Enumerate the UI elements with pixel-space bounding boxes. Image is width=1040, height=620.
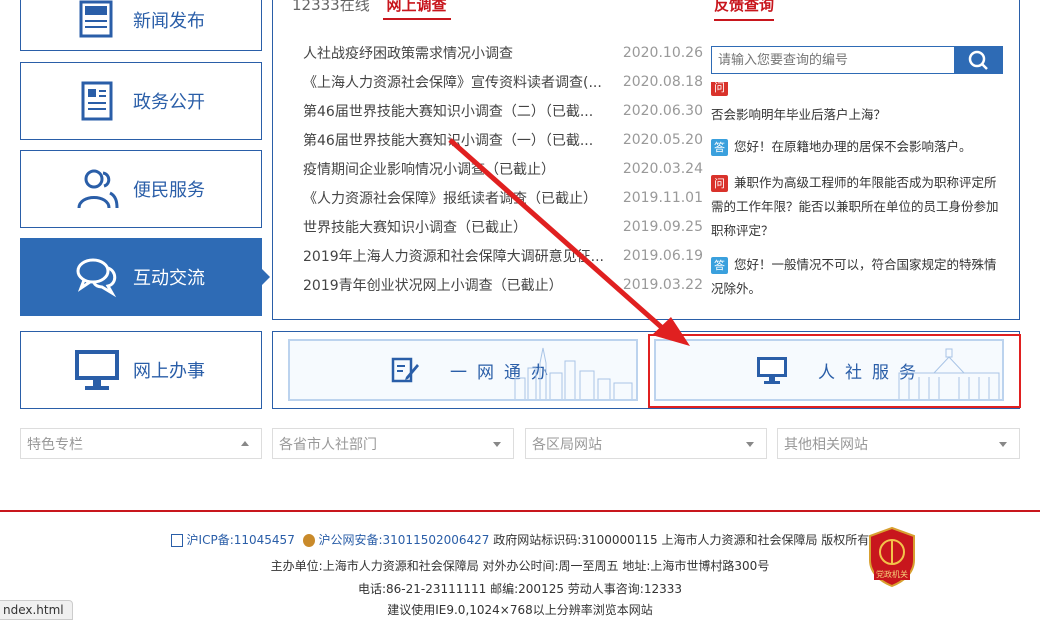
skyline-illustration [514,347,633,399]
survey-date: 2019.09.25 [622,218,703,235]
search-button[interactable] [954,47,1002,73]
survey-title[interactable]: 疫情期间企业影响情况小调查（已截止） [303,159,603,179]
highlight-box [648,334,1021,408]
survey-date: 2020.06.30 [622,102,703,119]
nav-label: 互动交流 [133,268,205,289]
answer-1: 答您好！在原籍地办理的居保不会影响落户。 [711,135,1003,159]
answer-badge: 答 [711,257,728,274]
emblem-label: 党政机关 [876,570,908,579]
document-icon [73,77,121,125]
survey-title[interactable]: 2019青年创业状况网上小调查（已截止） [303,275,603,295]
dropdown-label: 其他相关网站 [784,436,868,453]
question-1: 否会影响明年毕业后落户上海？ [711,103,1003,127]
survey-list: 人社战疫纾困政策需求情况小调查 2020.10.26 《上海人力资源社会保障》宣传… [303,38,703,299]
list-item[interactable]: 疫情期间企业影响情况小调查（已截止） 2020.03.24 [303,154,703,183]
question-badge: 问 [711,82,728,96]
answer-badge: 答 [711,139,728,156]
police-link[interactable]: 沪公网安备:31011502006427 [318,533,489,547]
browser-status-bar: ndex.html [0,600,73,620]
answer-text: 您好！一般情况不可以，符合国家规定的特殊情况除外。 [711,257,997,296]
feedback-search-input[interactable] [712,47,954,73]
caret-down-icon [746,442,754,447]
survey-date: 2019.06.19 [622,247,703,264]
question-text: 兼职作为高级工程师的年限能否成为职称评定所需的工作年限？能否以兼职所在单位的员工… [711,175,999,238]
list-item[interactable]: 《人力资源社会保障》报纸读者调查（已截止） 2019.11.01 [303,183,703,212]
search-icon [968,50,988,70]
survey-title[interactable]: 2019年上海人力资源和社会保障大调研意见征... [303,246,603,266]
newspaper-icon [73,0,121,44]
people-icon [73,165,121,213]
icp-icon [170,534,183,547]
dropdown-label: 特色专栏 [27,436,83,453]
caret-down-icon [999,442,1007,447]
footer-copyright: 政府网站标识码:3100000115 上海市人力资源和社会保障局 版权所有 [493,533,870,547]
banner-one-network[interactable]: 一网通办 [288,339,638,401]
nav-item-services[interactable]: 便民服务 [20,150,262,228]
list-item[interactable]: 人社战疫纾困政策需求情况小调查 2020.10.26 [303,38,703,67]
nav-label: 便民服务 [133,180,205,201]
survey-date: 2020.05.20 [622,131,703,148]
question-badge: 问 [711,175,728,192]
list-item[interactable]: 2019年上海人力资源和社会保障大调研意见征... 2019.06.19 [303,241,703,270]
list-item[interactable]: 第46届世界技能大赛知识小调查（二）（已截... 2020.06.30 [303,96,703,125]
edit-icon [391,357,419,383]
nav-label: 新闻发布 [133,10,205,32]
dropdown-other[interactable]: 其他相关网站 [777,428,1020,459]
question-text: 否会影响明年毕业后落户上海？ [711,107,887,122]
question-partial: 问 [711,82,1003,100]
survey-date: 2020.08.18 [622,73,703,90]
survey-title[interactable]: 世界技能大赛知识小调查（已截止） [303,217,603,237]
caret-up-icon [241,441,249,446]
answer-text: 您好！在原籍地办理的居保不会影响落户。 [734,139,972,154]
nav-label: 政务公开 [133,92,205,113]
survey-date: 2019.03.22 [622,276,703,293]
nav-item-gov-affairs[interactable]: 政务公开 [20,62,262,140]
caret-down-icon [493,442,501,447]
survey-date: 2019.11.01 [622,189,703,206]
tab-12333-online[interactable]: 12333在线 [292,0,370,14]
answer-2: 答您好！一般情况不可以，符合国家规定的特殊情况除外。 [711,253,1003,301]
survey-title[interactable]: 第46届世界技能大赛知识小调查（一）（已截... [303,130,603,150]
nav-item-online-affairs[interactable]: 网上办事 [20,331,262,409]
monitor-icon [73,346,121,394]
question-2: 问兼职作为高级工程师的年限能否成为职称评定所需的工作年限？能否以兼职所在单位的员… [711,171,1003,243]
party-government-emblem[interactable]: 党政机关 [866,526,918,588]
survey-tabs: 12333在线 网上调查 [292,0,451,20]
dropdown-label: 各省市人社部门 [279,436,377,453]
feedback-search [711,46,1003,74]
survey-date: 2020.03.24 [622,160,703,177]
nav-item-news[interactable]: 新闻发布 [20,0,262,51]
list-item[interactable]: 2019青年创业状况网上小调查（已截止） 2019.03.22 [303,270,703,299]
list-item[interactable]: 世界技能大赛知识小调查（已截止） 2019.09.25 [303,212,703,241]
feedback-title[interactable]: 反馈查询 [714,0,775,21]
list-item[interactable]: 第46届世界技能大赛知识小调查（一）（已截... 2020.05.20 [303,125,703,154]
dropdown-label: 各区局网站 [532,436,602,453]
footer-line-4: 建议使用IE9.0,1024×768以上分辨率浏览本网站 [387,603,653,617]
list-item[interactable]: 《上海人力资源社会保障》宣传资料读者调查(... 2020.08.18 [303,67,703,96]
nav-label: 网上办事 [133,361,205,382]
chat-icon [73,253,121,301]
tab-online-survey[interactable]: 网上调查 [382,0,451,20]
dropdown-provincial[interactable]: 各省市人社部门 [272,428,514,459]
survey-title[interactable]: 《上海人力资源社会保障》宣传资料读者调查(... [303,72,603,92]
survey-title[interactable]: 第46届世界技能大赛知识小调查（二）（已截... [303,101,603,121]
survey-title[interactable]: 《人力资源社会保障》报纸读者调查（已截止） [303,188,603,208]
survey-title[interactable]: 人社战疫纾困政策需求情况小调查 [303,43,603,63]
dropdown-featured[interactable]: 特色专栏 [20,428,262,459]
nav-item-interaction[interactable]: 互动交流 [20,238,270,316]
survey-date: 2020.10.26 [622,44,703,61]
icp-link[interactable]: 沪ICP备:11045457 [187,533,295,547]
police-badge-icon [302,534,315,547]
dropdown-district[interactable]: 各区局网站 [525,428,767,459]
